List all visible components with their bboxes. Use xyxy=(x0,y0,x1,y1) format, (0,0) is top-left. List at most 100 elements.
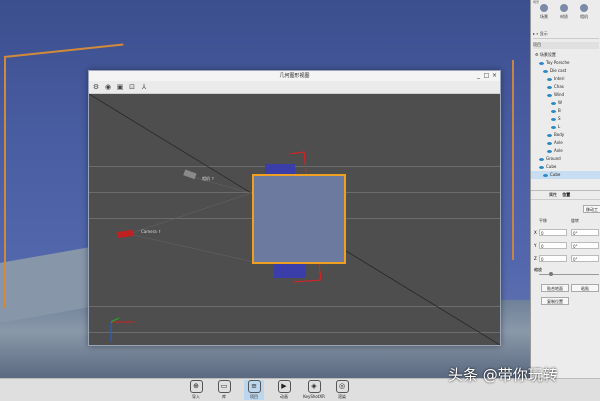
eye-icon[interactable] xyxy=(539,157,544,161)
tab-properties[interactable]: 属性 xyxy=(549,192,557,197)
project-button[interactable]: ≡ 项目 xyxy=(244,380,264,400)
axis-z-label: Z xyxy=(534,256,537,261)
selection-edge xyxy=(3,43,124,58)
translate-x-field[interactable]: 0 xyxy=(539,229,567,236)
minimize-button[interactable]: _ xyxy=(475,72,482,79)
tree-item[interactable]: Axle xyxy=(531,147,600,155)
animation-button[interactable]: ▶ 动画 xyxy=(274,380,294,400)
tab-material[interactable]: 材质 xyxy=(555,4,573,26)
filter-icon: ▸ ⌕ xyxy=(533,31,540,36)
tree-item[interactable]: Wind xyxy=(531,91,600,99)
tree-item[interactable]: Toy Porsche xyxy=(531,59,600,67)
rotate-label: 旋转 xyxy=(571,218,579,223)
eye-icon[interactable] xyxy=(547,133,552,137)
selection-edge xyxy=(4,58,6,308)
project-panel: 场景 场景 材质 相机 ▸ ⌕ 显示 项目 ⚙ 场景设置 Toy Porsche… xyxy=(530,0,600,378)
settings-icon[interactable]: ⚙ xyxy=(91,82,101,92)
camera-frustum-line xyxy=(128,191,255,235)
library-button[interactable]: ▭ 库 xyxy=(214,380,234,400)
eye-icon[interactable] xyxy=(551,101,556,105)
translate-z-field[interactable]: 0 xyxy=(539,255,567,262)
tree-item[interactable]: Ground xyxy=(531,155,600,163)
project-icon: ≡ xyxy=(247,380,261,393)
axis-icon[interactable]: ⅄ xyxy=(139,82,149,92)
tab-position[interactable]: 位置 xyxy=(562,192,570,197)
tree-item[interactable]: W xyxy=(531,99,600,107)
scene-icon xyxy=(540,4,548,12)
eye-icon[interactable] xyxy=(543,173,548,177)
tree-item[interactable]: S xyxy=(531,115,600,123)
tree-item[interactable]: B xyxy=(531,107,600,115)
translate-y-field[interactable]: 0 xyxy=(539,242,567,249)
render-icon: ◎ xyxy=(335,380,349,393)
eye-icon[interactable] xyxy=(547,141,552,145)
scale-slider-handle[interactable] xyxy=(549,272,553,276)
frame-icon[interactable]: ▣ xyxy=(115,82,125,92)
tab-camera-label: 相机 xyxy=(580,14,588,19)
rotate-z-field[interactable]: 0° xyxy=(571,255,599,262)
eye-icon[interactable] xyxy=(551,125,556,129)
display-filter[interactable]: ▸ ⌕ 显示 xyxy=(533,30,599,39)
eye-icon[interactable] xyxy=(539,61,544,65)
rotate-y-field[interactable]: 0° xyxy=(571,242,599,249)
dialog-title: 几何图形视图 xyxy=(89,71,500,81)
tree-header: 项目 xyxy=(533,42,599,49)
tree-item[interactable]: Cube xyxy=(531,163,600,171)
geometry-view-dialog: 几何图形视图 _ □ × ⚙ ◉ ▣ ⊡ ⅄ Camera ↑ 相机 ↑ xyxy=(88,70,501,346)
zoom-icon[interactable]: ⊡ xyxy=(127,82,137,92)
snap-to-ground-button[interactable]: 贴合地面 xyxy=(541,284,569,292)
copy-position-button[interactable]: 复制位置 xyxy=(541,297,569,305)
scale-label: 缩放 xyxy=(534,267,542,272)
eye-icon[interactable] xyxy=(547,85,552,89)
dialog-toolbar: ⚙ ◉ ▣ ⊡ ⅄ xyxy=(89,81,500,94)
rotate-x-field[interactable]: 0° xyxy=(571,229,599,236)
import-icon: ⊕ xyxy=(189,380,203,393)
tab-camera[interactable]: 相机 xyxy=(575,4,593,26)
tab-scene-label: 场景 xyxy=(540,14,548,19)
light-object xyxy=(183,169,197,180)
eye-icon[interactable] xyxy=(547,77,552,81)
animation-icon: ▶ xyxy=(277,380,291,393)
axis-x-label: X xyxy=(534,230,537,235)
render-button[interactable]: ◎ 渲染 xyxy=(332,380,352,400)
camera-label: Camera ↑ xyxy=(141,229,162,234)
keyshotxr-button[interactable]: ◈ KeyShotXR xyxy=(302,380,326,400)
tree-item-selected[interactable]: Cube xyxy=(531,171,600,179)
import-button[interactable]: ⊕ 导入 xyxy=(186,380,206,400)
tree-item[interactable]: Die cast xyxy=(531,67,600,75)
translate-label: 平移 xyxy=(539,218,547,223)
axis-y-label: Y xyxy=(534,243,537,248)
tree-item[interactable]: Axle xyxy=(531,139,600,147)
tree-item[interactable]: Interi xyxy=(531,75,600,83)
selection-edge xyxy=(512,60,514,260)
eye-icon[interactable] xyxy=(539,165,544,169)
keyshotxr-icon: ◈ xyxy=(307,380,321,393)
selected-cube[interactable] xyxy=(252,174,346,264)
move-tool-button[interactable]: 移动工 xyxy=(583,205,600,213)
eye-icon[interactable] xyxy=(547,149,552,153)
tree-item[interactable]: ⚙ 场景设置 xyxy=(531,51,600,59)
paste-button[interactable]: 粘贴 xyxy=(571,284,599,292)
close-button[interactable]: × xyxy=(491,72,498,79)
eye-icon[interactable] xyxy=(551,117,556,121)
eye-icon[interactable] xyxy=(547,93,552,97)
property-tabs: 属性 位置 xyxy=(531,190,600,200)
camera-view-icon[interactable]: ◉ xyxy=(103,82,113,92)
maximize-button[interactable]: □ xyxy=(483,72,490,79)
car-model-bottom xyxy=(274,264,306,278)
tree-item[interactable]: L xyxy=(531,123,600,131)
light-label: 相机 ↑ xyxy=(202,176,215,181)
camera-frustum-line xyxy=(128,233,255,263)
eye-icon[interactable] xyxy=(543,69,548,73)
camera-icon xyxy=(580,4,588,12)
geometry-viewport[interactable]: Camera ↑ 相机 ↑ xyxy=(89,94,500,345)
watermark: 头条 @带你玩转 xyxy=(448,366,558,384)
tab-material-label: 材质 xyxy=(560,14,568,19)
scale-slider[interactable] xyxy=(539,274,599,275)
tree-item[interactable]: Chas xyxy=(531,83,600,91)
eye-icon[interactable] xyxy=(551,109,556,113)
tree-item[interactable]: Body xyxy=(531,131,600,139)
material-icon xyxy=(560,4,568,12)
library-icon: ▭ xyxy=(217,380,231,393)
tab-scene[interactable]: 场景 xyxy=(535,4,553,26)
